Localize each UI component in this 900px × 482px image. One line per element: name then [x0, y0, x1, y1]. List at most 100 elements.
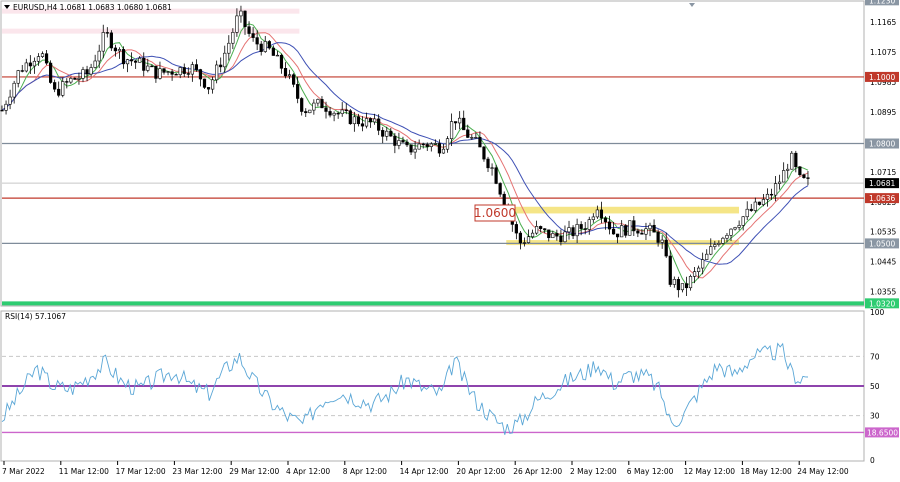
candle-body — [587, 219, 591, 230]
candle-body — [470, 137, 474, 139]
candle-body — [543, 228, 547, 231]
candle-body — [640, 232, 644, 235]
candle-body — [259, 43, 263, 52]
candle-body — [522, 242, 527, 244]
price-tag-label: 1.0681 — [869, 179, 895, 188]
candle-body — [97, 50, 101, 62]
candle-body — [146, 65, 150, 71]
candle-body — [223, 52, 227, 68]
zone-1 — [506, 240, 740, 246]
candle-body — [636, 230, 640, 234]
rsi-label: RSI(14) 57.1067 — [5, 312, 66, 321]
candle-body — [198, 69, 203, 80]
y-tick-label: 1.1165 — [870, 18, 896, 27]
candle-body — [603, 217, 608, 223]
candle-body — [697, 267, 701, 272]
candle-body — [498, 183, 502, 195]
x-tick-label: 8 Apr 12:00 — [343, 467, 387, 476]
candle-body — [449, 121, 454, 139]
candle-body — [389, 130, 393, 137]
candle-body — [267, 41, 271, 49]
candle-body — [77, 78, 81, 80]
candle-body — [688, 276, 693, 289]
candle-body — [526, 236, 531, 243]
price-tag-label: 1.0800 — [869, 140, 895, 149]
price-tag-label: 1.0636 — [869, 194, 895, 203]
candle-body — [300, 98, 304, 112]
candle-body — [57, 88, 61, 96]
candle-body — [551, 233, 555, 239]
price-tag-label: 1.0320 — [869, 299, 895, 308]
candle-body — [413, 148, 417, 153]
candle-body — [794, 152, 798, 168]
zone-3 — [2, 28, 300, 34]
candle-body — [385, 130, 389, 137]
candle-body — [599, 209, 604, 219]
rsi-tick-label: 30 — [870, 412, 880, 421]
candle-body — [713, 244, 717, 247]
candle-body — [806, 177, 810, 179]
candle-body — [364, 118, 369, 127]
candle-body — [142, 57, 146, 71]
candle-body — [32, 60, 37, 67]
candle-body — [24, 62, 28, 72]
x-tick-label: 12 May 12:00 — [684, 467, 736, 476]
symbol-info: EURUSD,H4 1.0681 1.0683 1.0680 1.0681 — [13, 3, 172, 12]
candle-body — [255, 37, 259, 45]
candle-body — [211, 79, 215, 90]
candle-body — [539, 226, 543, 229]
candle-body — [101, 32, 105, 52]
candle-body — [753, 201, 757, 211]
candle-body — [304, 111, 308, 114]
candle-body — [660, 239, 664, 243]
candle-body — [749, 208, 753, 211]
x-tick-label: 26 Apr 12:00 — [513, 467, 562, 476]
candle-body — [61, 81, 65, 96]
candle-body — [231, 32, 235, 44]
candle-body — [105, 32, 109, 34]
candle-body — [8, 96, 12, 105]
candle-body — [401, 140, 405, 143]
candle-body — [409, 144, 413, 153]
candle-body — [356, 116, 361, 125]
candle-body — [332, 112, 336, 116]
candle-body — [65, 81, 69, 83]
candle-body — [134, 60, 138, 63]
x-tick-label: 24 May 12:00 — [797, 467, 849, 476]
candle-body — [478, 136, 482, 148]
candle-body — [611, 228, 616, 235]
x-tick-label: 20 Apr 12:00 — [456, 467, 505, 476]
candle-body — [692, 271, 697, 277]
candle-body — [239, 10, 243, 17]
candle-body — [352, 116, 356, 125]
candle-body — [194, 64, 199, 70]
rsi-level-tag-label: 18.6500 — [867, 428, 898, 437]
candle-body — [741, 216, 745, 226]
candle-body — [579, 224, 583, 229]
candle-body — [445, 138, 450, 150]
y-tick-label: 1.0715 — [870, 168, 896, 177]
candle-body — [73, 77, 77, 80]
candle-body — [4, 103, 8, 111]
candle-body — [571, 227, 575, 237]
candle-body — [559, 235, 563, 243]
candle-body — [170, 71, 174, 75]
candle-body — [53, 82, 57, 90]
annotation-1-0600: 1.0600 — [474, 204, 516, 222]
candle-body — [292, 74, 296, 85]
candle-body — [761, 199, 766, 205]
candle-body — [765, 193, 770, 200]
candle-body — [328, 111, 332, 116]
candle-body — [174, 73, 178, 76]
candle-body — [251, 33, 255, 38]
candle-body — [247, 26, 251, 34]
candle-body — [790, 152, 794, 170]
candle-body — [632, 220, 636, 232]
candle-body — [125, 59, 130, 65]
candle-body — [397, 140, 401, 146]
candle-body — [656, 231, 660, 243]
candle-body — [182, 67, 186, 74]
candle-body — [324, 107, 328, 112]
candle-body — [138, 57, 142, 63]
candle-body — [530, 232, 535, 238]
